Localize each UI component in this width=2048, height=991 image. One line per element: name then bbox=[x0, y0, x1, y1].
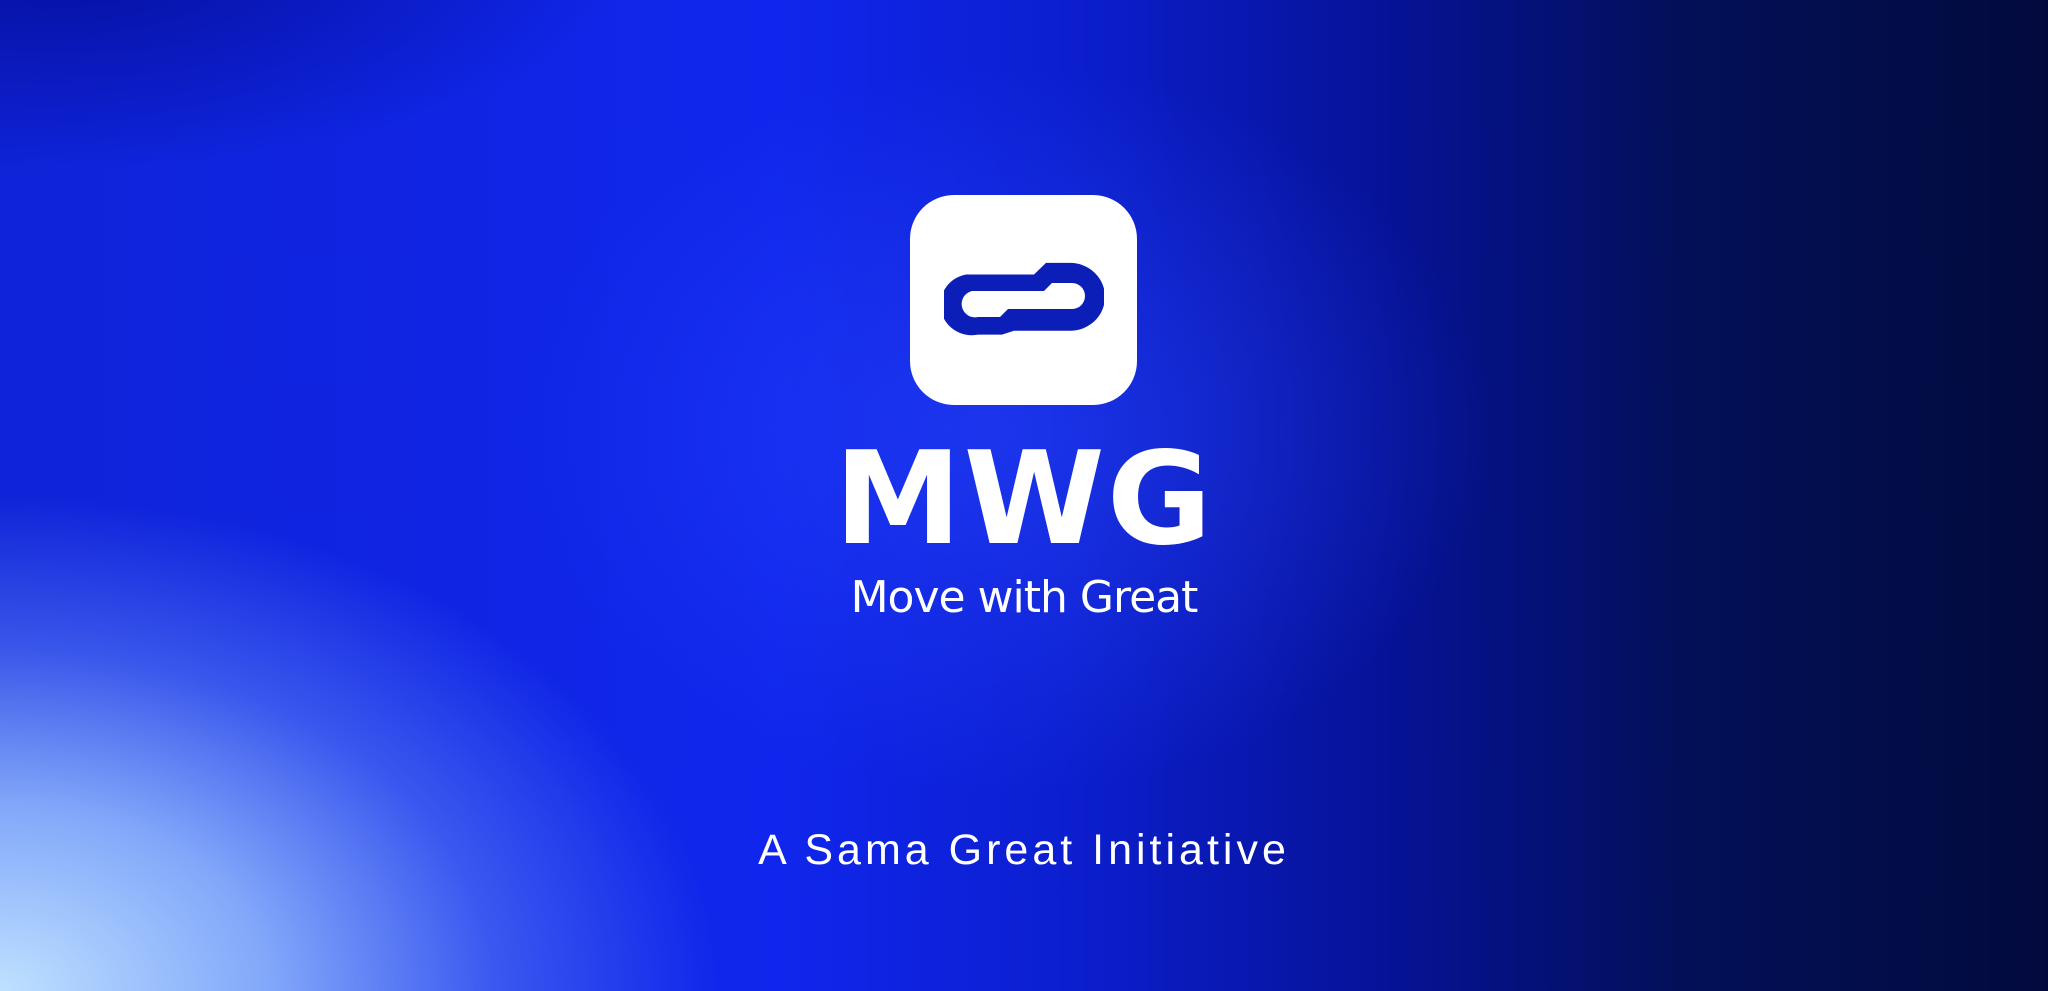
hero-banner: MWG Move with Great A Sama Great Initiat… bbox=[0, 0, 2048, 991]
app-icon-tile bbox=[910, 195, 1137, 405]
brand-tagline: Move with Great bbox=[850, 572, 1199, 623]
initiative-caption: A Sama Great Initiative bbox=[758, 826, 1290, 874]
link-chain-icon bbox=[944, 262, 1104, 336]
brand-wordmark: MWG bbox=[834, 425, 1214, 574]
